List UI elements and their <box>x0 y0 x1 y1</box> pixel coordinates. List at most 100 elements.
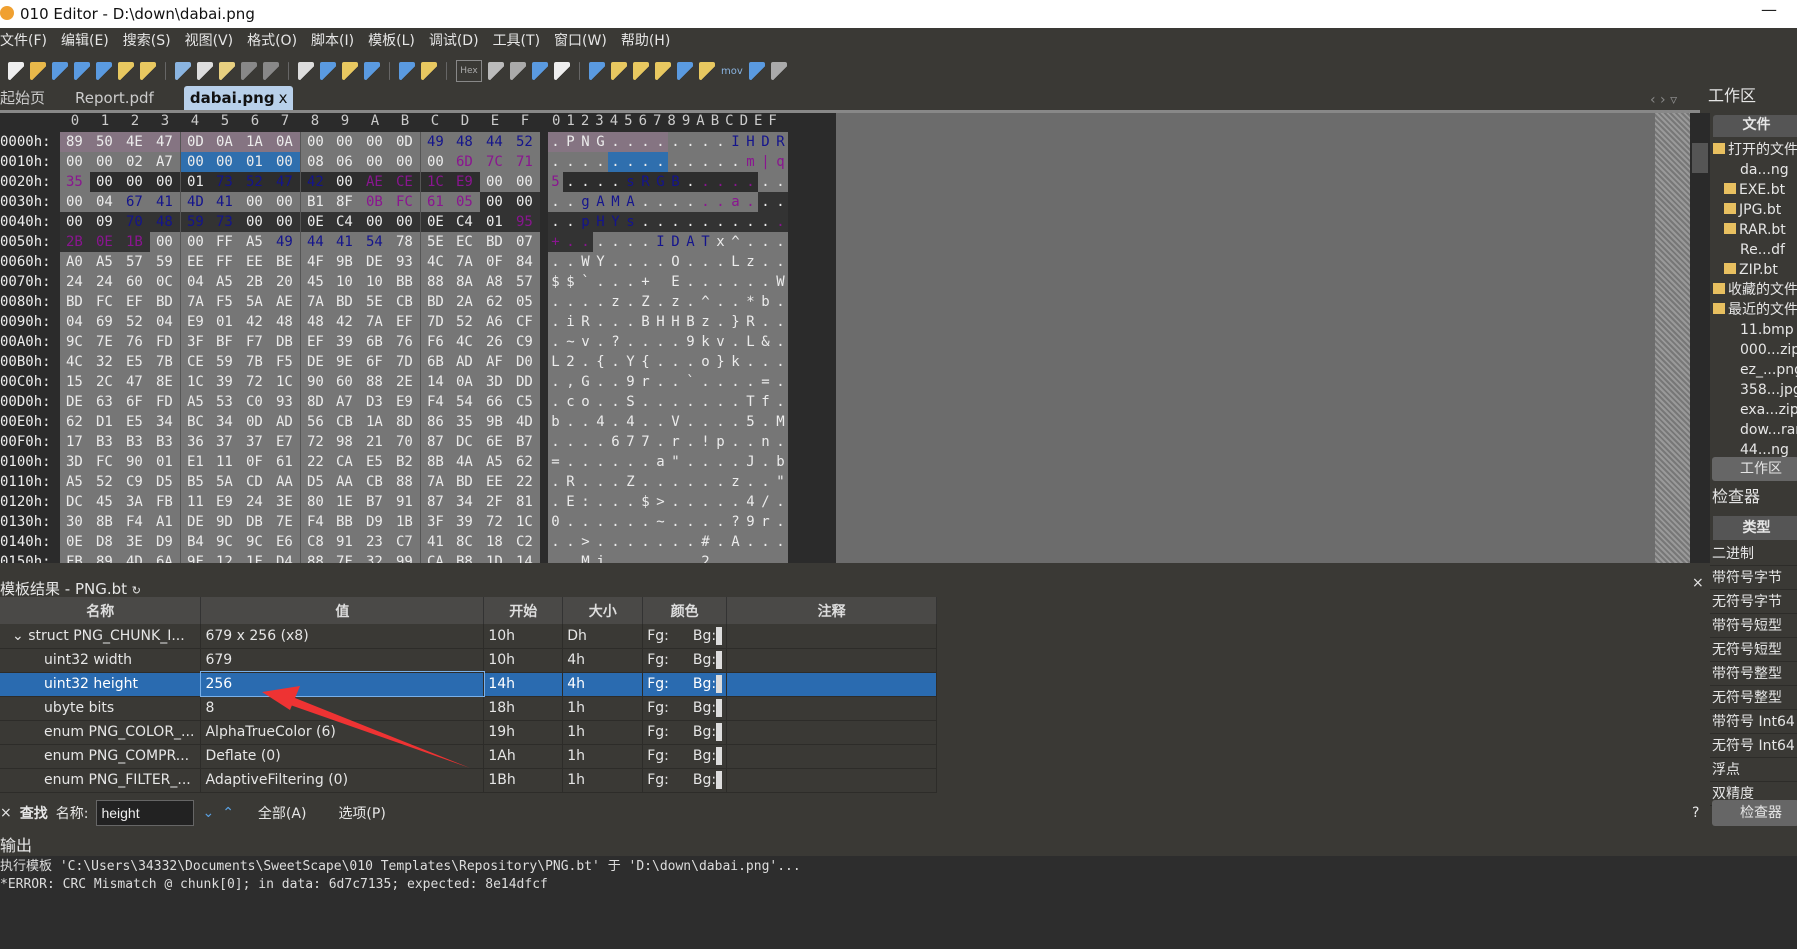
hex-bytes[interactable]: DE 63 6F FD A5 53 C0 93 8D A7 D3 E9 F4 5… <box>60 392 540 412</box>
ascii-char[interactable]: . <box>758 552 773 563</box>
mov-icon[interactable]: mov <box>721 66 743 77</box>
ascii-char[interactable]: . <box>728 332 743 352</box>
ascii-char[interactable]: * <box>743 292 758 312</box>
ascii-char[interactable]: 9 <box>623 372 638 392</box>
hex-byte[interactable]: B3 <box>120 432 150 452</box>
hex-byte[interactable]: 1C <box>180 372 210 392</box>
hex-byte[interactable]: 5E <box>420 232 450 252</box>
hex-byte[interactable]: 00 <box>60 212 90 232</box>
ascii-char[interactable]: . <box>728 272 743 292</box>
hex-byte[interactable]: EE <box>180 252 210 272</box>
ascii-char[interactable]: . <box>563 252 578 272</box>
ascii-char[interactable]: c <box>563 392 578 412</box>
hex-byte[interactable]: 7D <box>420 312 450 332</box>
ascii-char[interactable]: } <box>713 352 728 372</box>
menu-item[interactable]: 文件(F) <box>0 30 47 54</box>
find-prev-button[interactable]: ⌃ <box>222 805 234 821</box>
hex-byte[interactable]: BE <box>270 252 300 272</box>
ascii-char[interactable]: : <box>578 492 593 512</box>
inspector-type-row[interactable]: 带符号短型 <box>1710 614 1797 638</box>
hex-byte[interactable]: 70 <box>120 212 150 232</box>
hex-byte[interactable]: 61 <box>420 192 450 212</box>
ascii-char[interactable]: . <box>548 392 563 412</box>
hex-byte[interactable]: 8D <box>390 412 420 432</box>
ascii-char[interactable]: R <box>638 172 653 192</box>
ascii-char[interactable]: . <box>548 132 563 152</box>
hex-byte[interactable]: BB <box>330 512 360 532</box>
hex-byte[interactable]: 4C <box>450 332 480 352</box>
hex-byte[interactable]: 67 <box>120 192 150 212</box>
hex-byte[interactable]: DB <box>270 332 300 352</box>
inspector-type-row[interactable]: 带符号整型 <box>1710 662 1797 686</box>
hex-byte[interactable]: CA <box>330 452 360 472</box>
hex-byte[interactable]: A5 <box>480 452 510 472</box>
hex-byte[interactable]: 26 <box>480 332 510 352</box>
hex-byte[interactable]: 15 <box>60 372 90 392</box>
workspace-tree-item[interactable]: RAR.bt <box>1710 220 1797 240</box>
bg-swatch[interactable] <box>716 771 723 789</box>
hex-byte[interactable]: 35 <box>60 172 90 192</box>
ascii-char[interactable]: . <box>668 472 683 492</box>
run-template-icon[interactable] <box>421 62 437 80</box>
ascii-char[interactable]: R <box>773 132 788 152</box>
ascii-char[interactable]: . <box>563 552 578 563</box>
ascii-char[interactable]: . <box>743 212 758 232</box>
hex-byte[interactable]: 22 <box>300 452 330 472</box>
hex-byte[interactable]: DC <box>60 492 90 512</box>
hex-byte[interactable]: CB <box>360 472 390 492</box>
ascii-char[interactable]: B <box>668 172 683 192</box>
ascii-char[interactable]: z <box>728 472 743 492</box>
hex-byte[interactable]: 7C <box>480 152 510 172</box>
hex-byte[interactable]: 1C <box>270 372 300 392</box>
hex-byte[interactable]: 4D <box>120 552 150 563</box>
hex-byte[interactable]: B3 <box>150 432 180 452</box>
ascii-char[interactable]: J <box>743 452 758 472</box>
ascii-char[interactable]: m <box>743 152 758 172</box>
hex-byte[interactable]: 4D <box>510 412 540 432</box>
workspace-tree-item[interactable]: 最近的文件 <box>1710 300 1797 320</box>
ascii-char[interactable]: . <box>713 252 728 272</box>
ascii-char[interactable]: . <box>608 472 623 492</box>
hex-byte[interactable]: 37 <box>210 432 240 452</box>
inspector-type-row[interactable]: 带符号 Int64 <box>1710 710 1797 734</box>
hex-byte[interactable]: 39 <box>330 332 360 352</box>
ascii-char[interactable]: A <box>683 232 698 252</box>
hex-byte[interactable]: FF <box>210 252 240 272</box>
expand-chevron-icon[interactable]: ⌄ <box>12 628 28 644</box>
ascii-char[interactable]: R <box>563 472 578 492</box>
ascii-char[interactable]: . <box>713 172 728 192</box>
hex-bytes[interactable]: 17 B3 B3 B3 36 37 37 E7 72 98 21 70 87 D… <box>60 432 540 452</box>
close-panel-icon[interactable]: × <box>1692 575 1704 591</box>
ascii-char[interactable]: . <box>623 452 638 472</box>
ascii-char[interactable]: . <box>623 252 638 272</box>
hex-byte[interactable]: 00 <box>510 192 540 212</box>
ascii-char[interactable]: P <box>563 132 578 152</box>
ascii-char[interactable]: E <box>563 492 578 512</box>
find-options-button[interactable]: 选项(P) <box>338 803 385 823</box>
ascii-char[interactable]: . <box>638 252 653 272</box>
find-input[interactable] <box>96 800 195 826</box>
hex-byte[interactable]: 73 <box>210 172 240 192</box>
ascii-char[interactable]: 4 <box>593 412 608 432</box>
ascii-char[interactable]: . <box>563 192 578 212</box>
hex-byte[interactable]: 00 <box>270 192 300 212</box>
pause-icon[interactable] <box>770 62 787 80</box>
hex-bytes[interactable]: 9C 7E 76 FD 3F BF F7 DB EF 39 6B 76 F6 4… <box>60 332 540 352</box>
hex-byte[interactable]: CA <box>420 552 450 563</box>
ascii-char[interactable]: ~ <box>653 512 668 532</box>
hex-byte[interactable]: D1 <box>90 412 120 432</box>
scroll-thumb[interactable] <box>1692 143 1708 173</box>
bg-swatch[interactable] <box>716 675 723 693</box>
ascii-char[interactable]: " <box>668 452 683 472</box>
ascii-char[interactable]: I <box>653 232 668 252</box>
menu-item[interactable]: 格式(O) <box>247 30 297 54</box>
hex-byte[interactable]: 0A <box>450 372 480 392</box>
ascii-char[interactable]: s <box>623 212 638 232</box>
ascii-char[interactable]: 0 <box>548 512 563 532</box>
ascii-char[interactable]: . <box>668 392 683 412</box>
ascii-char[interactable]: . <box>668 532 683 552</box>
field-color[interactable]: Fg: Bg: <box>642 768 728 793</box>
highlight-icon[interactable] <box>554 62 570 80</box>
hex-byte[interactable]: 42 <box>300 172 330 192</box>
ascii-char[interactable]: . <box>623 152 638 172</box>
